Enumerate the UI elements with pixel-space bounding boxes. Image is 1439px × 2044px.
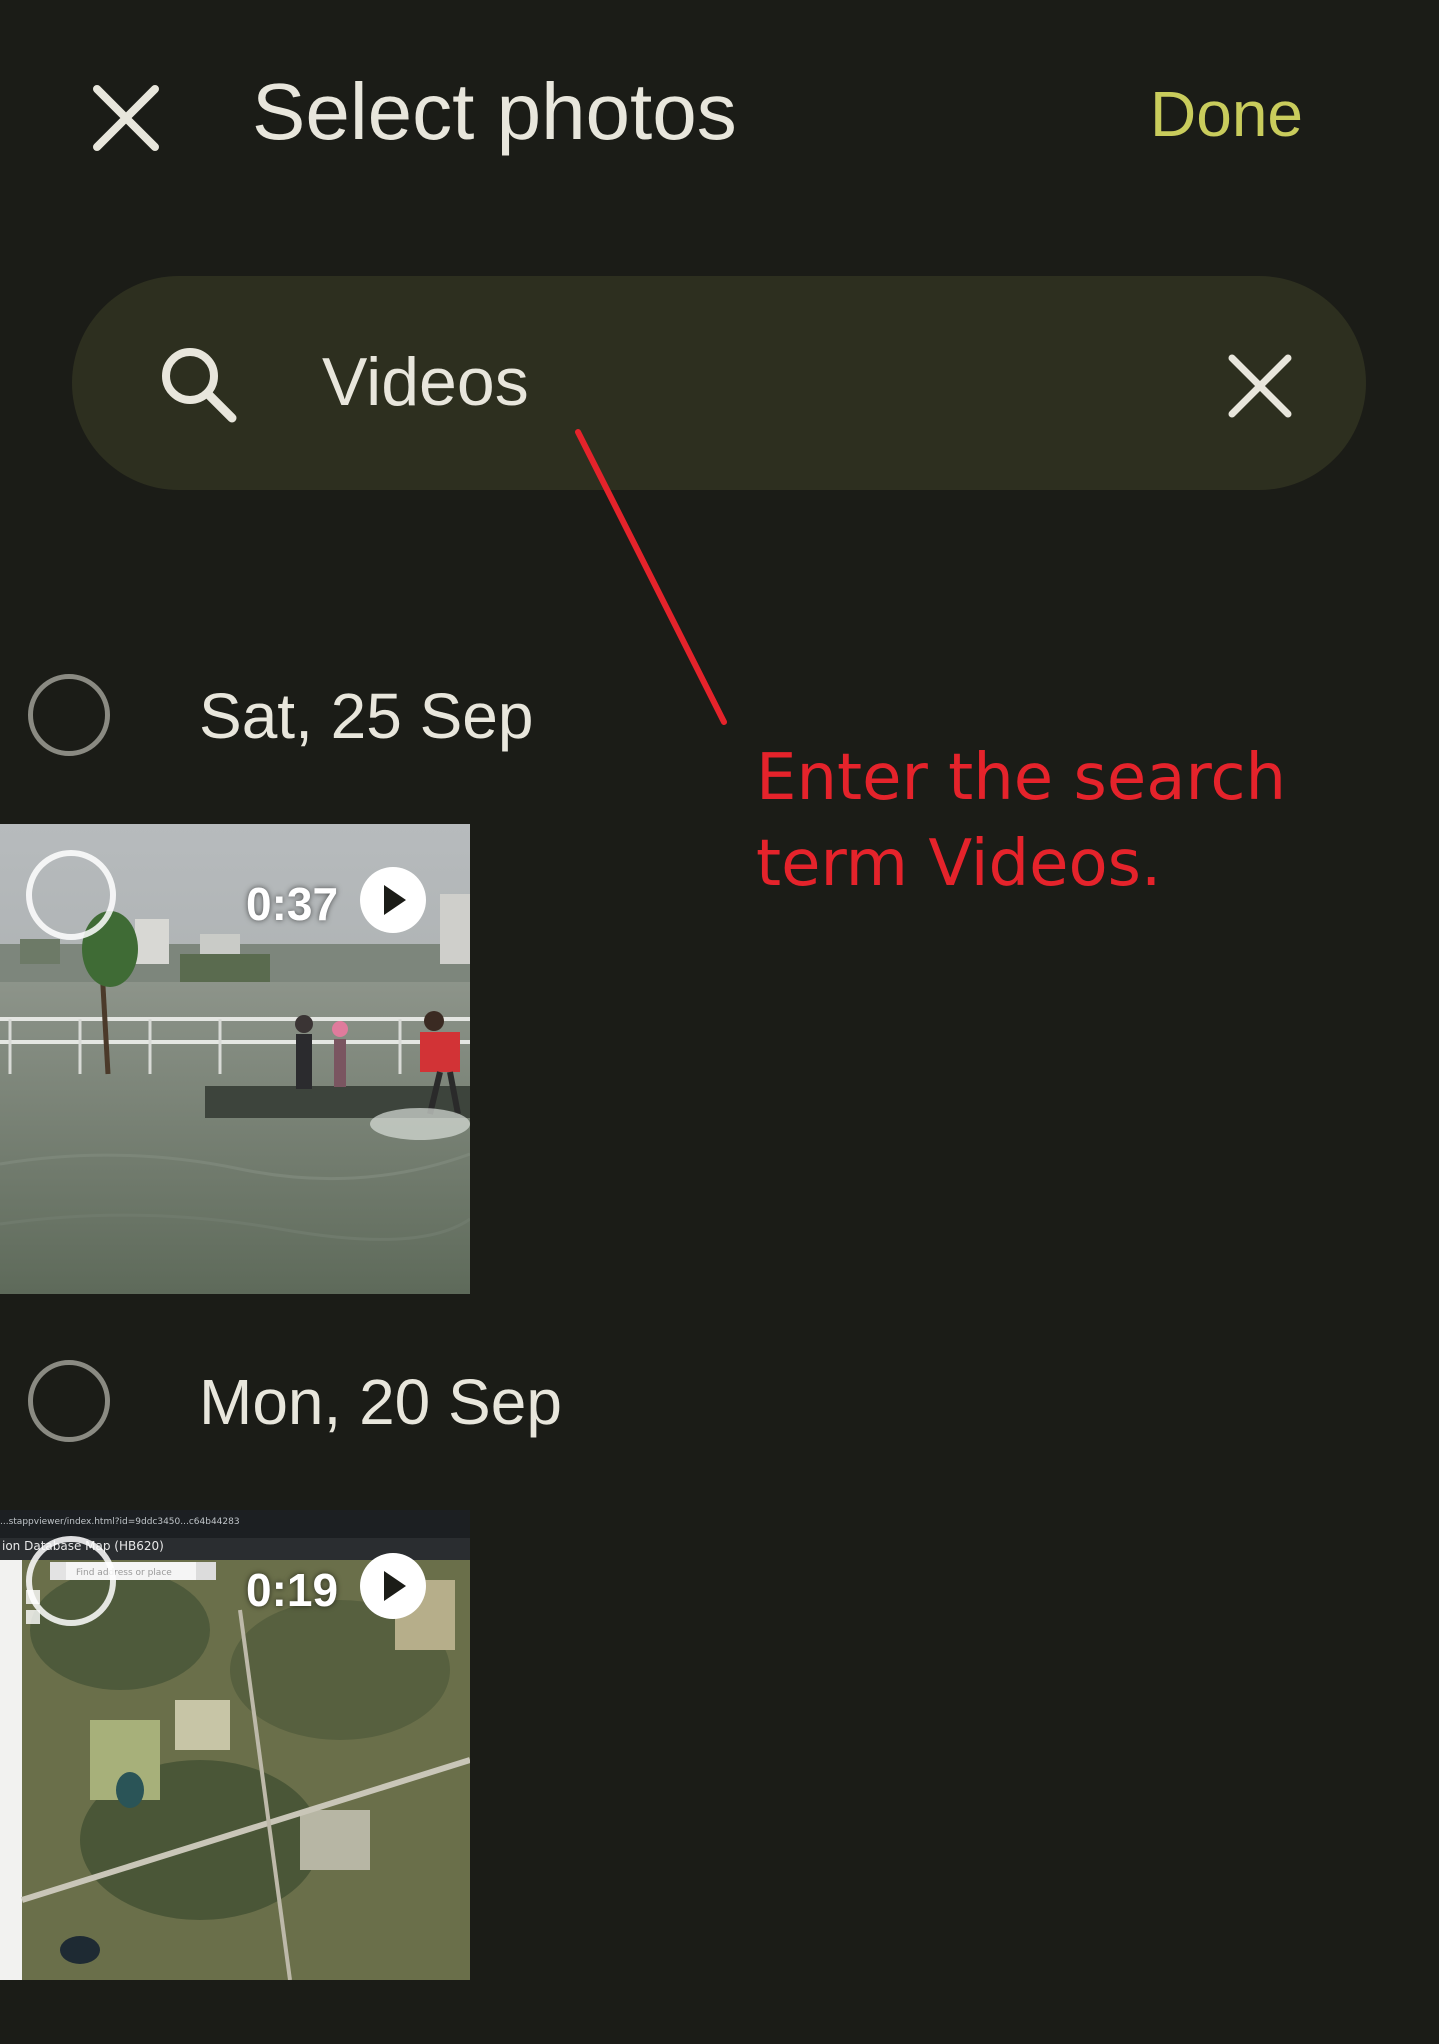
annotation-line-1: Enter the search [756,741,1287,815]
annotation-text: Enter the search term Videos. [756,735,1286,907]
annotation-arrow [575,429,727,725]
annotation-line-2: term Videos. [756,827,1162,901]
